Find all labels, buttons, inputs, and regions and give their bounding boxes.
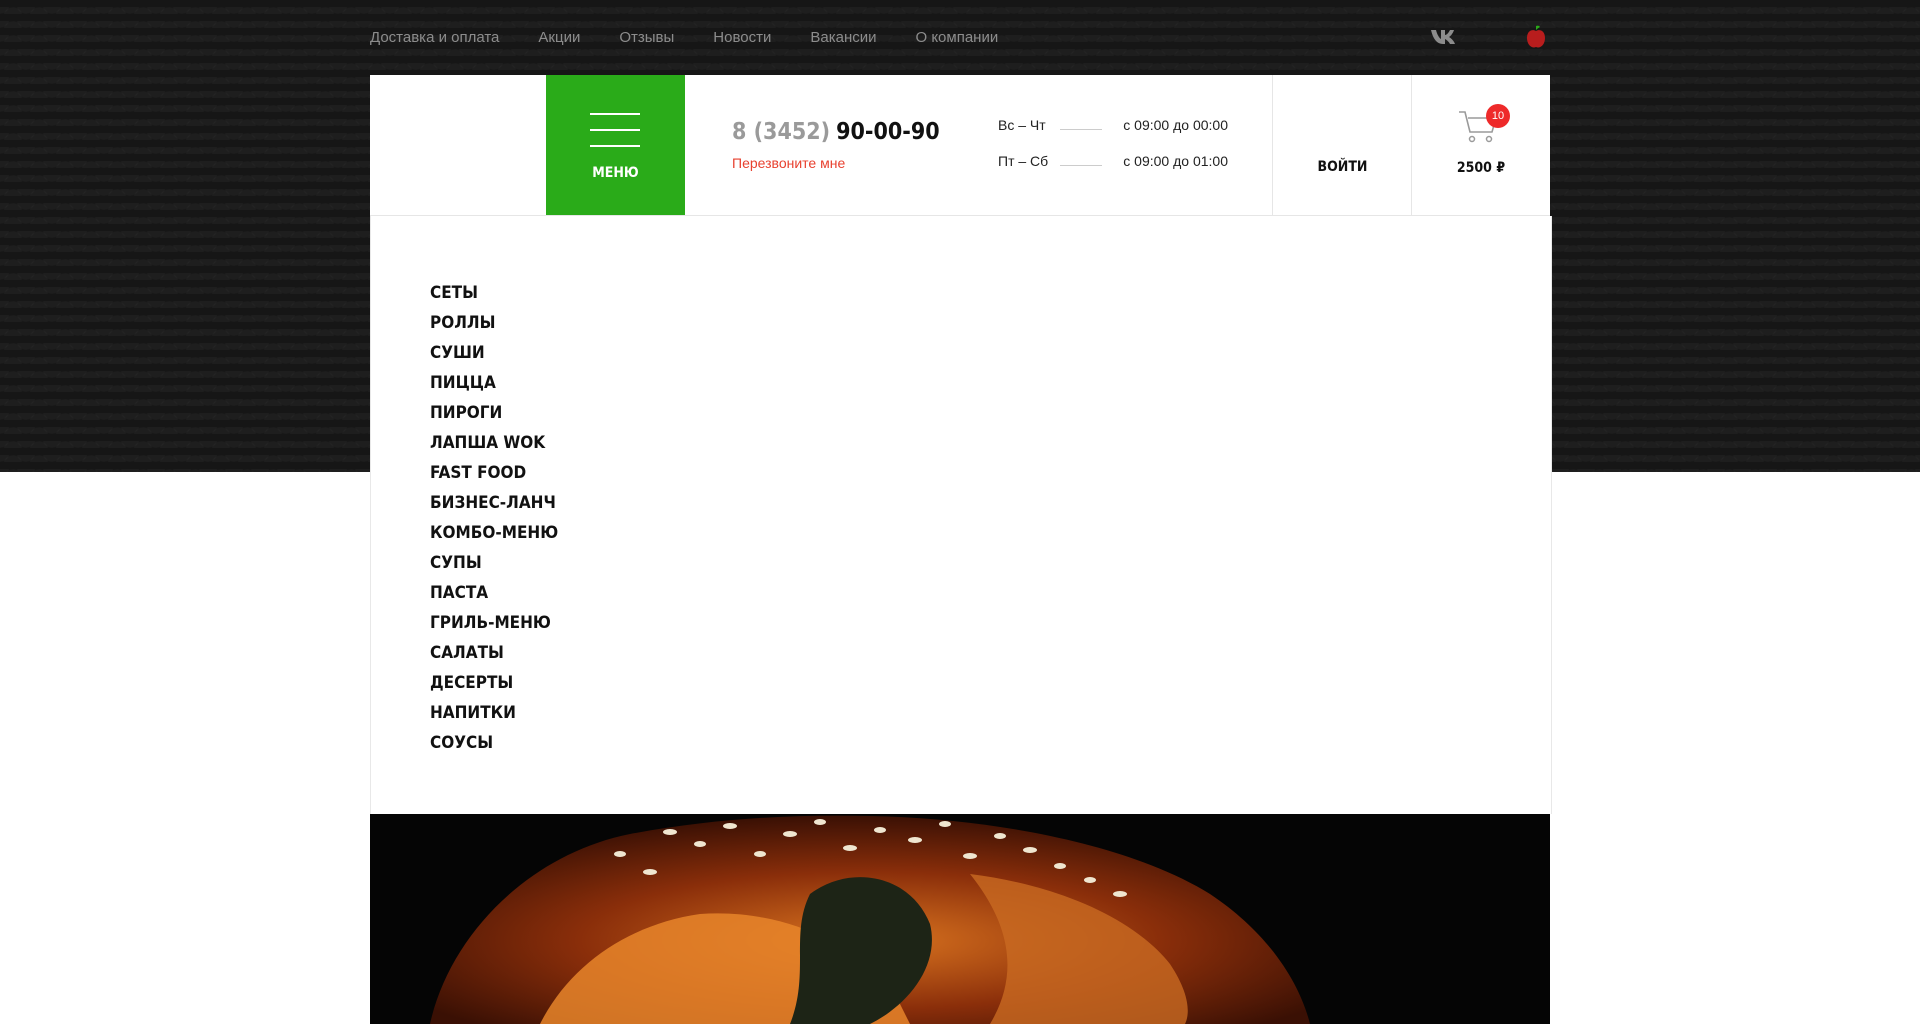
category-item[interactable]: Паста <box>430 578 558 608</box>
category-list: Сеты Роллы Суши Пицца Пироги Лапша WOK F… <box>430 278 558 758</box>
phone-digits: 90-00-90 <box>836 119 940 145</box>
logo-area[interactable] <box>370 75 546 215</box>
hours-days: Вс – Чт <box>998 117 1046 133</box>
apple-icon[interactable] <box>1525 24 1547 50</box>
callback-link[interactable]: Перезвоните мне <box>732 155 845 171</box>
category-item[interactable]: Десерты <box>430 668 558 698</box>
sushi-illustration <box>430 815 1310 1024</box>
vk-icon[interactable] <box>1430 26 1458 46</box>
category-item[interactable]: Соусы <box>430 728 558 758</box>
category-item[interactable]: Пицца <box>430 368 558 398</box>
phone-number[interactable]: 8 (3452) 90-00-90 <box>732 119 940 145</box>
working-hours: Вс – Чт с 09:00 до 00:00 Пт – Сб с 09:00… <box>998 117 1228 189</box>
category-item[interactable]: Суши <box>430 338 558 368</box>
category-item[interactable]: Fast food <box>430 458 558 488</box>
hours-row: Пт – Сб с 09:00 до 01:00 <box>998 153 1228 189</box>
nav-link-delivery[interactable]: Доставка и оплата <box>370 29 499 46</box>
category-item[interactable]: Бизнес-ланч <box>430 488 558 518</box>
menu-button[interactable]: МЕНЮ <box>546 75 685 215</box>
cart-total: 2500 ₽ <box>1456 160 1506 176</box>
nav-link-promotions[interactable]: Акции <box>538 29 580 46</box>
nav-link-about[interactable]: О компании <box>915 29 998 46</box>
hours-dotted-line <box>1060 165 1102 166</box>
site-header: МЕНЮ 8 (3452) 90-00-90 Перезвоните мне Вс… <box>370 75 1550 216</box>
category-item[interactable]: Лапша WOK <box>430 428 558 458</box>
nav-link-reviews[interactable]: Отзывы <box>619 29 674 46</box>
category-item[interactable]: Роллы <box>430 308 558 338</box>
category-item[interactable]: Салаты <box>430 638 558 668</box>
hours-dotted-line <box>1060 129 1102 130</box>
category-item[interactable]: Напитки <box>430 698 558 728</box>
nav-link-news[interactable]: Новости <box>713 29 771 46</box>
hours-time: с 09:00 до 00:00 <box>1123 117 1228 133</box>
hamburger-icon <box>590 113 640 147</box>
hero-sushi-image <box>370 814 1550 1024</box>
category-item[interactable]: Гриль-меню <box>430 608 558 638</box>
hours-row: Вс – Чт с 09:00 до 00:00 <box>998 117 1228 153</box>
menu-button-label: МЕНЮ <box>592 165 639 181</box>
login-label: ВОЙТИ <box>1317 159 1368 175</box>
category-item[interactable]: Супы <box>430 548 558 578</box>
menu-dropdown: Сеты Роллы Суши Пицца Пироги Лапша WOK F… <box>370 216 1552 814</box>
hours-days: Пт – Сб <box>998 153 1049 169</box>
phone-code: 8 (3452) <box>732 119 831 145</box>
cart-button[interactable]: 10 2500 ₽ <box>1412 75 1550 215</box>
nav-link-vacancies[interactable]: Вакансии <box>810 29 876 46</box>
hours-time: с 09:00 до 01:00 <box>1123 153 1228 169</box>
category-item[interactable]: Комбо-меню <box>430 518 558 548</box>
login-button[interactable]: ВОЙТИ <box>1273 75 1412 215</box>
category-item[interactable]: Пироги <box>430 398 558 428</box>
category-item[interactable]: Сеты <box>430 278 558 308</box>
top-navigation: Доставка и оплата Акции Отзывы Новости В… <box>370 26 1037 48</box>
cart-count-badge: 10 <box>1486 104 1510 128</box>
